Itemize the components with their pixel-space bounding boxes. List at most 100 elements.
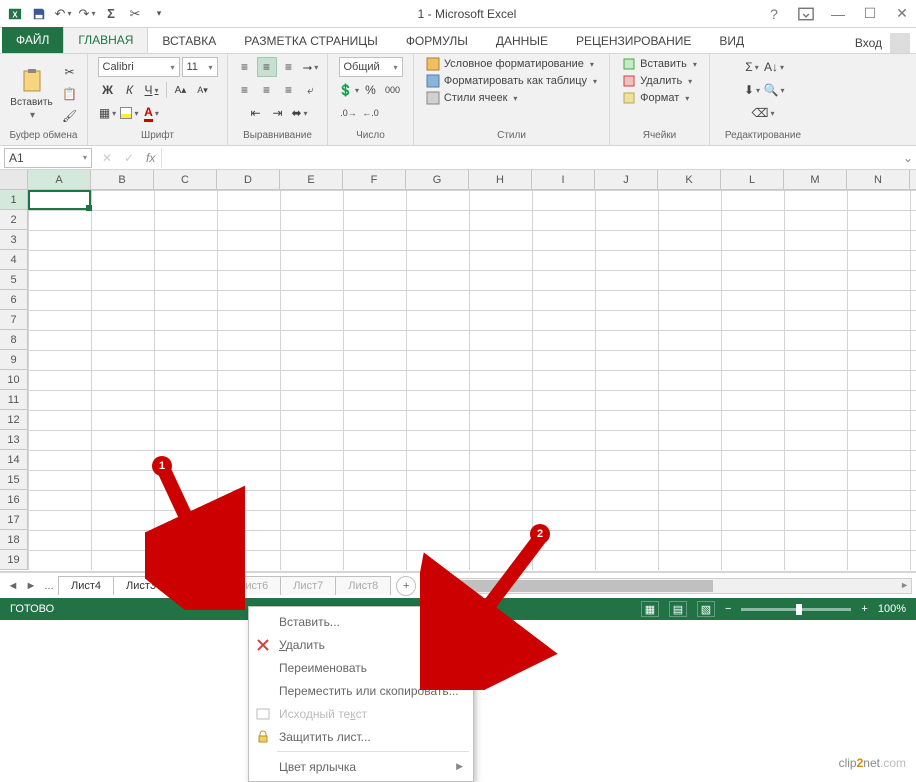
ctx-tab-color[interactable]: Цвет ярлычка▶ — [249, 755, 473, 778]
delete-cells-button[interactable]: Удалить▾ — [622, 74, 697, 88]
font-size-combo[interactable]: 11▾ — [182, 57, 218, 77]
fx-icon[interactable]: fx — [146, 151, 155, 165]
fill-color-button[interactable]: ▾ — [120, 103, 140, 123]
paste-button[interactable]: Вставить▾ — [8, 67, 56, 121]
col-header[interactable]: E — [280, 170, 343, 189]
cancel-icon[interactable]: ✕ — [96, 151, 118, 165]
name-box[interactable]: A1▾ — [4, 148, 92, 168]
zoom-slider[interactable] — [741, 608, 851, 611]
zoom-out-button[interactable]: − — [725, 603, 731, 615]
underline-button[interactable]: Ч▾ — [142, 80, 162, 100]
tab-formulas[interactable]: ФОРМУЛЫ — [392, 29, 482, 53]
align-bottom-button[interactable]: ≡ — [279, 57, 299, 77]
column-headers[interactable]: A B C D E F G H I J K L M N — [0, 170, 916, 190]
help-icon[interactable]: ? — [764, 4, 784, 24]
col-header[interactable]: B — [91, 170, 154, 189]
italic-button[interactable]: К — [120, 80, 140, 100]
enter-icon[interactable]: ✓ — [118, 151, 140, 165]
row-header[interactable]: 19 — [0, 550, 28, 570]
zoom-level[interactable]: 100% — [878, 603, 906, 615]
col-header[interactable]: A — [28, 170, 91, 189]
normal-view-button[interactable]: ▦ — [641, 601, 659, 617]
col-header[interactable]: L — [721, 170, 784, 189]
fill-button[interactable]: ⬇▾ — [742, 80, 762, 100]
zoom-in-button[interactable]: + — [861, 603, 867, 615]
align-center-button[interactable]: ≡ — [257, 80, 277, 100]
merge-button[interactable]: ⬌▾ — [290, 103, 310, 123]
format-painter-button[interactable]: 🖌 — [60, 106, 80, 126]
ctx-move-copy[interactable]: Переместить или скопировать... — [249, 679, 473, 702]
horizontal-scrollbar[interactable]: ◄ ► — [440, 578, 912, 594]
align-top-button[interactable]: ≡ — [235, 57, 255, 77]
format-cells-button[interactable]: Формат▾ — [622, 91, 697, 105]
active-cell[interactable] — [28, 190, 91, 210]
row-header[interactable]: 6 — [0, 290, 28, 310]
undo-icon[interactable]: ↶▾ — [52, 3, 74, 25]
save-icon[interactable] — [28, 3, 50, 25]
col-header[interactable]: M — [784, 170, 847, 189]
ctx-rename[interactable]: Переименовать — [249, 656, 473, 679]
grow-font-button[interactable]: A▴ — [171, 80, 191, 100]
cell-styles-button[interactable]: Стили ячеек▾ — [426, 91, 597, 105]
sort-filter-button[interactable]: A↓▾ — [764, 57, 784, 77]
col-header[interactable]: I — [532, 170, 595, 189]
sheet-tab[interactable]: Лист6 — [225, 576, 281, 595]
spreadsheet-grid[interactable]: A B C D E F G H I J K L M N 123456789101… — [0, 170, 916, 572]
wrap-text-button[interactable]: ⤶ — [301, 80, 321, 100]
tab-view[interactable]: ВИД — [705, 29, 758, 53]
row-header[interactable]: 4 — [0, 250, 28, 270]
align-right-button[interactable]: ≡ — [279, 80, 299, 100]
number-format-combo[interactable]: Общий▾ — [339, 57, 403, 77]
col-header[interactable]: J — [595, 170, 658, 189]
col-header[interactable]: F — [343, 170, 406, 189]
insert-cells-button[interactable]: Вставить▾ — [622, 57, 697, 71]
prev-sheet-button[interactable]: ◄ — [4, 580, 22, 592]
shrink-font-button[interactable]: A▾ — [193, 80, 213, 100]
decrease-indent-button[interactable]: ⇤ — [246, 103, 266, 123]
expand-fbar-icon[interactable]: ⌄ — [900, 151, 916, 165]
sheet-tab[interactable]: Лист7 — [280, 576, 336, 595]
maximize-icon[interactable]: ☐ — [860, 4, 880, 24]
cells-area[interactable] — [28, 190, 916, 570]
col-header[interactable]: K — [658, 170, 721, 189]
borders-button[interactable]: ▦▾ — [98, 103, 118, 123]
comma-button[interactable]: 000 — [383, 80, 403, 100]
row-header[interactable]: 14 — [0, 450, 28, 470]
sheet-tab[interactable]: Лист8 — [335, 576, 391, 595]
avatar-icon[interactable] — [890, 33, 910, 53]
autosum-icon[interactable]: Σ — [100, 3, 122, 25]
layout-view-button[interactable]: ▤ — [669, 601, 687, 617]
tab-data[interactable]: ДАННЫЕ — [482, 29, 562, 53]
next-sheet-button[interactable]: ► — [22, 580, 40, 592]
minimize-icon[interactable]: — — [828, 4, 848, 24]
row-header[interactable]: 18 — [0, 530, 28, 550]
row-header[interactable]: 13 — [0, 430, 28, 450]
row-header[interactable]: 5 — [0, 270, 28, 290]
sheet-tab-active[interactable]: Лист5 — [168, 575, 226, 596]
cut-button[interactable]: ✂ — [60, 62, 80, 82]
cut-icon[interactable]: ✂ — [124, 3, 146, 25]
row-header[interactable]: 12 — [0, 410, 28, 430]
file-tab[interactable]: ФАЙЛ — [2, 27, 63, 53]
increase-decimal-button[interactable]: .0→ — [339, 103, 359, 123]
decrease-decimal-button[interactable]: ←.0 — [361, 103, 381, 123]
find-button[interactable]: 🔍▾ — [764, 80, 784, 100]
bold-button[interactable]: Ж — [98, 80, 118, 100]
signin-label[interactable]: Вход — [855, 36, 882, 50]
row-header[interactable]: 1 — [0, 190, 28, 210]
close-icon[interactable]: ✕ — [892, 4, 912, 24]
align-left-button[interactable]: ≡ — [235, 80, 255, 100]
orientation-button[interactable]: ⭢▾ — [301, 57, 321, 77]
tab-home[interactable]: ГЛАВНАЯ — [63, 27, 148, 53]
row-header[interactable]: 17 — [0, 510, 28, 530]
row-header[interactable]: 16 — [0, 490, 28, 510]
ribbon-options-icon[interactable] — [796, 4, 816, 24]
row-header[interactable]: 9 — [0, 350, 28, 370]
col-header[interactable]: H — [469, 170, 532, 189]
tab-layout[interactable]: РАЗМЕТКА СТРАНИЦЫ — [230, 29, 392, 53]
ctx-delete[interactable]: Удалить — [249, 633, 473, 656]
tab-review[interactable]: РЕЦЕНЗИРОВАНИЕ — [562, 29, 705, 53]
sheet-tab[interactable]: Лист4 — [58, 576, 114, 595]
col-header[interactable]: D — [217, 170, 280, 189]
row-header[interactable]: 8 — [0, 330, 28, 350]
